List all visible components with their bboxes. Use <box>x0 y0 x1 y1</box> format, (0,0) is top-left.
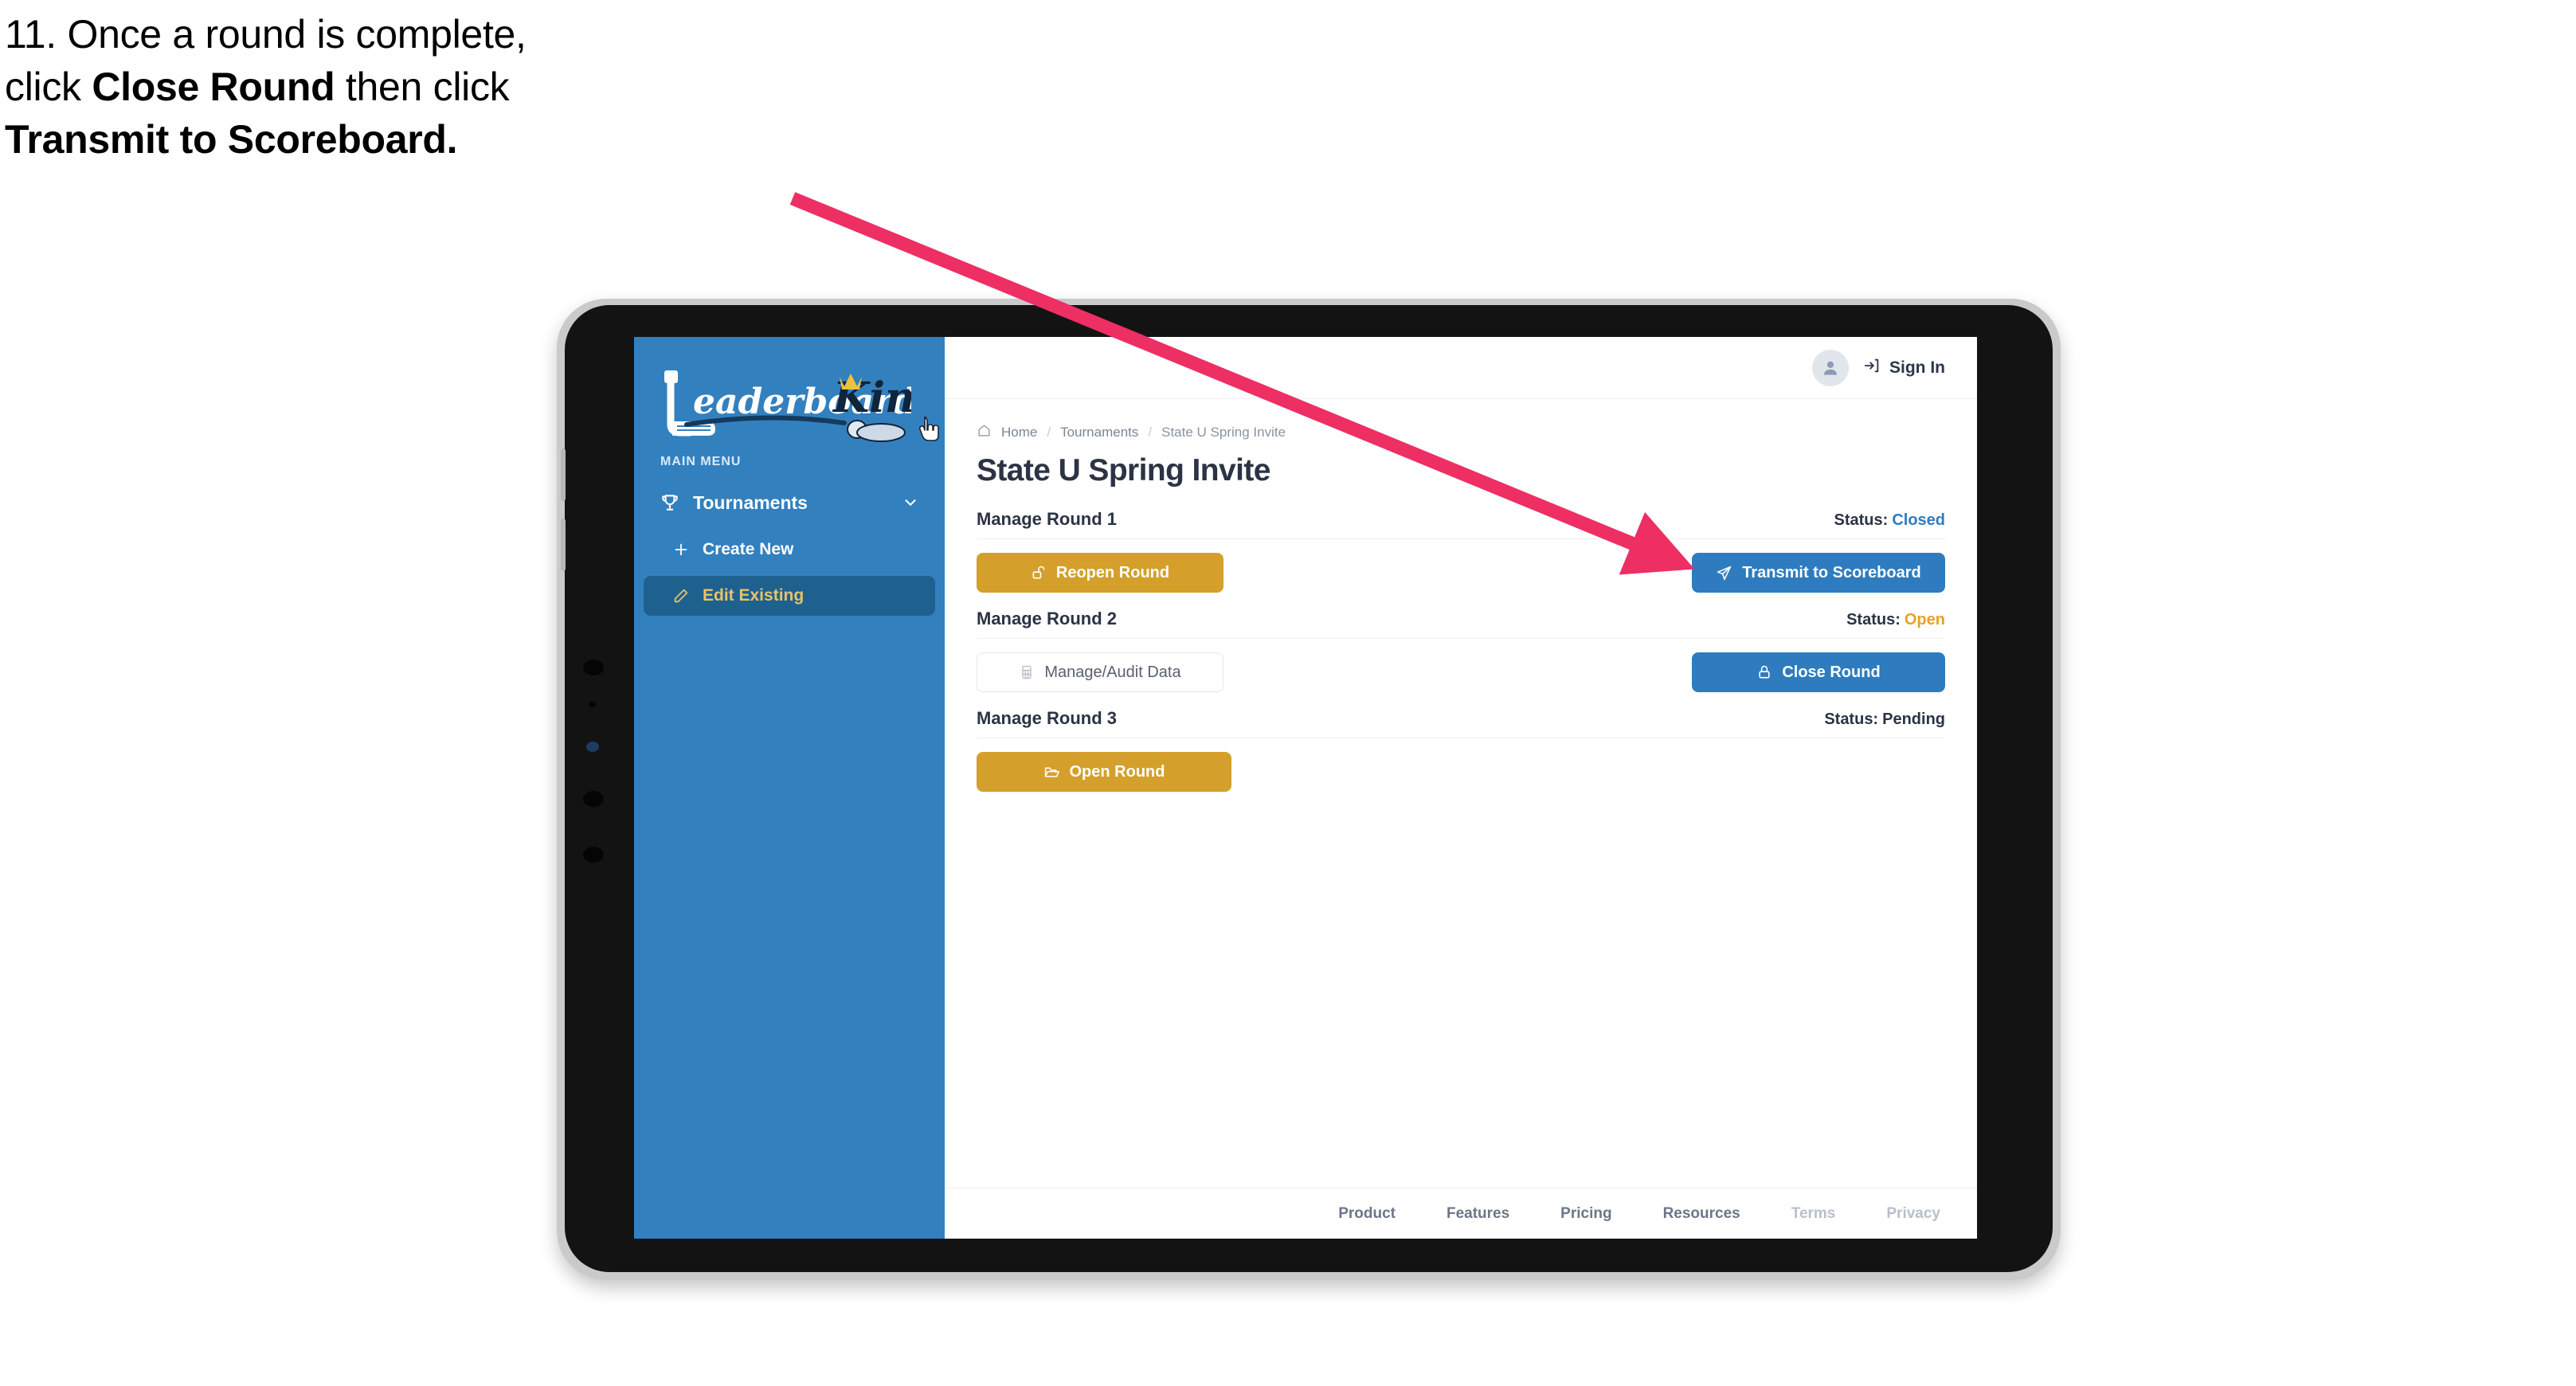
main-panel: Sign In Home / Tournaments / State U Spr… <box>945 337 1977 1239</box>
tablet-volume-up-button[interactable] <box>561 448 566 501</box>
svg-text:King: King <box>832 374 911 422</box>
tablet-volume-down-button[interactable] <box>561 519 566 571</box>
manage-audit-data-button[interactable]: Manage/Audit Data <box>977 652 1223 692</box>
plus-icon <box>671 539 691 560</box>
top-bar: Sign In <box>945 337 1977 399</box>
table-grid-icon <box>1019 664 1035 680</box>
tablet-speaker-icon <box>583 791 604 807</box>
sidebar-item-tournaments[interactable]: Tournaments <box>644 482 935 523</box>
reopen-round-label: Reopen Round <box>1055 563 1170 581</box>
round-2-status: Status: Open <box>1846 611 1945 629</box>
caption-line-1: 11. Once a round is complete, <box>5 12 527 57</box>
tablet-camera-icon <box>583 660 604 675</box>
footer-link-features[interactable]: Features <box>1447 1205 1509 1223</box>
round-1-actions: Reopen Round Transmit to Scoreboard <box>977 539 1945 593</box>
caption-bold-transmit: Transmit to Scoreboard. <box>5 117 458 162</box>
footer-link-product[interactable]: Product <box>1338 1205 1396 1223</box>
page-title: State U Spring Invite <box>977 453 1270 487</box>
caption-line-2-prefix: click <box>5 65 92 109</box>
app-screen: eaderboard King MAIN MENU <box>634 337 1977 1239</box>
round-2-status-value: Open <box>1904 611 1945 628</box>
round-3-status-label: Status: <box>1824 711 1879 728</box>
breadcrumb-separator: / <box>1148 425 1153 440</box>
caption-line-3: Transmit to Scoreboard. <box>5 119 849 159</box>
caption-line-2: click Close Round then click <box>5 67 849 107</box>
round-3-header: Manage Round 3 Status: Pending <box>977 708 1945 738</box>
sidebar-item-edit-existing[interactable]: Edit Existing <box>644 576 935 616</box>
footer-link-pricing[interactable]: Pricing <box>1560 1205 1611 1223</box>
reopen-round-button[interactable]: Reopen Round <box>977 553 1223 593</box>
sidebar: eaderboard King MAIN MENU <box>634 337 945 1239</box>
sign-in-label: Sign In <box>1889 358 1945 377</box>
round-3-status-value: Pending <box>1882 711 1945 728</box>
close-round-button[interactable]: Close Round <box>1692 652 1945 692</box>
manage-audit-data-label: Manage/Audit Data <box>1044 663 1181 681</box>
round-block-2: Manage Round 2 Status: Open Manage/Audit… <box>977 609 1945 692</box>
round-3-actions: Open Round <box>977 738 1945 792</box>
sidebar-item-create-new-label: Create New <box>703 540 794 558</box>
round-2-actions: Manage/Audit Data Close Round <box>977 639 1945 692</box>
paper-plane-icon <box>1716 565 1732 581</box>
round-3-title: Manage Round 3 <box>977 708 1118 728</box>
round-2-title: Manage Round 2 <box>977 609 1118 628</box>
trophy-icon <box>658 491 682 515</box>
screenshot-stage: 11. Once a round is complete, click Clos… <box>0 0 2576 1386</box>
transmit-to-scoreboard-button[interactable]: Transmit to Scoreboard <box>1692 553 1945 593</box>
sidebar-item-create-new[interactable]: Create New <box>644 530 935 570</box>
user-avatar-icon[interactable] <box>1812 349 1849 386</box>
tablet-sensor-icon <box>589 702 596 707</box>
sidebar-item-tournaments-label: Tournaments <box>693 491 808 513</box>
round-1-title: Manage Round 1 <box>977 509 1118 529</box>
breadcrumb-item-tournaments[interactable]: Tournaments <box>1060 425 1138 440</box>
mouse-cursor-pointer-icon <box>918 414 940 444</box>
sign-in-icon <box>1863 357 1881 379</box>
footer: Product Features Pricing Resources Terms… <box>945 1188 1977 1239</box>
round-block-3: Manage Round 3 Status: Pending Open Roun… <box>977 708 1945 792</box>
sign-in-button[interactable]: Sign In <box>1863 357 1945 379</box>
pencil-square-icon <box>671 585 691 606</box>
transmit-to-scoreboard-label: Transmit to Scoreboard <box>1742 563 1921 581</box>
round-2-status-label: Status: <box>1846 611 1901 628</box>
sidebar-section-label: MAIN MENU <box>660 455 742 468</box>
open-round-button[interactable]: Open Round <box>977 752 1231 792</box>
breadcrumb-item-current: State U Spring Invite <box>1161 425 1286 440</box>
leaderboard-king-logo-icon: eaderboard King <box>664 370 911 442</box>
caption-bold-close-round: Close Round <box>92 65 335 109</box>
breadcrumb-item-home[interactable]: Home <box>1001 425 1037 440</box>
round-block-1: Manage Round 1 Status: Closed Reopen Rou… <box>977 509 1945 593</box>
lock-icon <box>1756 664 1772 680</box>
close-round-label: Close Round <box>1782 663 1881 681</box>
chevron-down-icon[interactable] <box>900 492 921 513</box>
caption-line-2-suffix: then click <box>335 65 510 109</box>
round-1-status-value: Closed <box>1892 511 1945 529</box>
instruction-caption: 11. Once a round is complete, click Clos… <box>5 14 849 172</box>
round-3-status: Status: Pending <box>1824 711 1945 729</box>
open-round-label: Open Round <box>1069 762 1165 781</box>
round-2-header: Manage Round 2 Status: Open <box>977 609 1945 639</box>
folder-open-icon <box>1043 764 1060 781</box>
tablet-indicator-light-icon <box>586 742 599 752</box>
sidebar-item-edit-existing-label: Edit Existing <box>703 586 805 605</box>
tablet-bezel: eaderboard King MAIN MENU <box>561 305 2053 1272</box>
app-logo[interactable]: eaderboard King <box>634 348 945 448</box>
round-1-status: Status: Closed <box>1834 511 1945 530</box>
tablet-device-frame: eaderboard King MAIN MENU <box>557 299 2061 1280</box>
unlock-icon <box>1031 565 1047 581</box>
round-1-status-label: Status: <box>1834 511 1889 529</box>
footer-link-resources[interactable]: Resources <box>1663 1205 1740 1223</box>
breadcrumb: Home / Tournaments / State U Spring Invi… <box>977 423 1945 442</box>
tablet-microphone-icon <box>583 847 604 863</box>
footer-link-terms[interactable]: Terms <box>1791 1205 1836 1223</box>
footer-link-privacy[interactable]: Privacy <box>1886 1205 1940 1223</box>
round-1-header: Manage Round 1 Status: Closed <box>977 509 1945 539</box>
content-area: Home / Tournaments / State U Spring Invi… <box>945 399 1977 1188</box>
home-icon[interactable] <box>977 423 992 442</box>
breadcrumb-separator: / <box>1047 425 1051 440</box>
